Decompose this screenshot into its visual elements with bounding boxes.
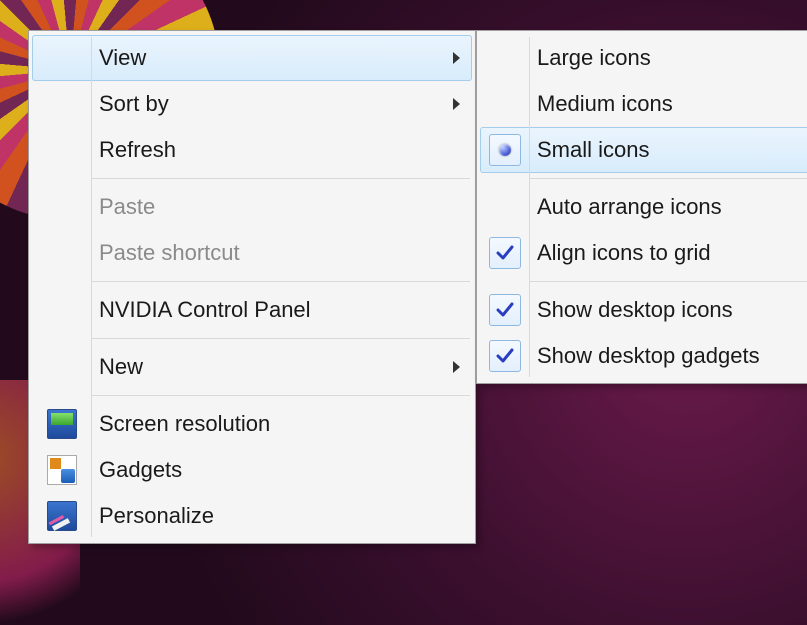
menu-item-icon-slot [481,340,529,372]
submenu-arrow-icon [443,51,471,65]
screen-resolution-icon [47,409,77,439]
submenu-arrow-icon [443,97,471,111]
menu-item-icon-slot [481,134,529,166]
menu-item-label: Paste shortcut [91,240,443,266]
gadgets-icon [47,455,77,485]
menu-item-label: Screen resolution [91,411,443,437]
submenu-arrow-icon [443,360,471,374]
menu-separator [92,395,470,396]
menu-item-sort-by[interactable]: Sort by [32,81,472,127]
menu-item-label: Align icons to grid [529,240,807,266]
menu-item-small-icons[interactable]: Small icons [480,127,807,173]
menu-separator [530,281,807,282]
menu-separator [92,178,470,179]
checkmark-icon [489,294,521,326]
menu-item-view[interactable]: View [32,35,472,81]
desktop-context-menu: View Sort by Refresh Paste Paste short [28,30,476,544]
checkmark-icon [489,237,521,269]
desktop-background[interactable]: View Sort by Refresh Paste Paste short [0,0,807,625]
menu-item-label: Show desktop icons [529,297,807,323]
menu-item-nvidia-control-panel[interactable]: NVIDIA Control Panel [32,287,472,333]
menu-item-icon-slot [33,501,91,531]
menu-item-show-desktop-icons[interactable]: Show desktop icons [480,287,807,333]
menu-item-personalize[interactable]: Personalize [32,493,472,539]
menu-item-icon-slot [481,237,529,269]
menu-item-label: Large icons [529,45,807,71]
menu-item-label: Gadgets [91,457,443,483]
menu-item-label: New [91,354,443,380]
menu-item-paste-shortcut: Paste shortcut [32,230,472,276]
view-submenu: Large icons Medium icons Small icons Aut… [476,30,807,384]
menu-separator [530,178,807,179]
menu-separator [92,338,470,339]
menu-item-label: View [91,45,443,71]
menu-item-label: Paste [91,194,443,220]
personalize-icon [47,501,77,531]
radio-selected-icon [489,134,521,166]
menu-item-label: Personalize [91,503,443,529]
menu-item-screen-resolution[interactable]: Screen resolution [32,401,472,447]
menu-item-align-icons-to-grid[interactable]: Align icons to grid [480,230,807,276]
menu-item-icon-slot [33,455,91,485]
menu-item-label: Show desktop gadgets [529,343,807,369]
menu-item-large-icons[interactable]: Large icons [480,35,807,81]
menu-separator [92,281,470,282]
checkmark-icon [489,340,521,372]
menu-item-medium-icons[interactable]: Medium icons [480,81,807,127]
menu-item-icon-slot [33,409,91,439]
menu-item-label: Small icons [529,137,807,163]
menu-item-new[interactable]: New [32,344,472,390]
menu-item-label: Sort by [91,91,443,117]
menu-item-gadgets[interactable]: Gadgets [32,447,472,493]
menu-item-paste: Paste [32,184,472,230]
menu-item-show-desktop-gadgets[interactable]: Show desktop gadgets [480,333,807,379]
menu-item-label: Auto arrange icons [529,194,807,220]
menu-item-label: Refresh [91,137,443,163]
menu-item-refresh[interactable]: Refresh [32,127,472,173]
menu-item-icon-slot [481,294,529,326]
menu-item-label: Medium icons [529,91,807,117]
menu-item-label: NVIDIA Control Panel [91,297,443,323]
menu-item-auto-arrange-icons[interactable]: Auto arrange icons [480,184,807,230]
